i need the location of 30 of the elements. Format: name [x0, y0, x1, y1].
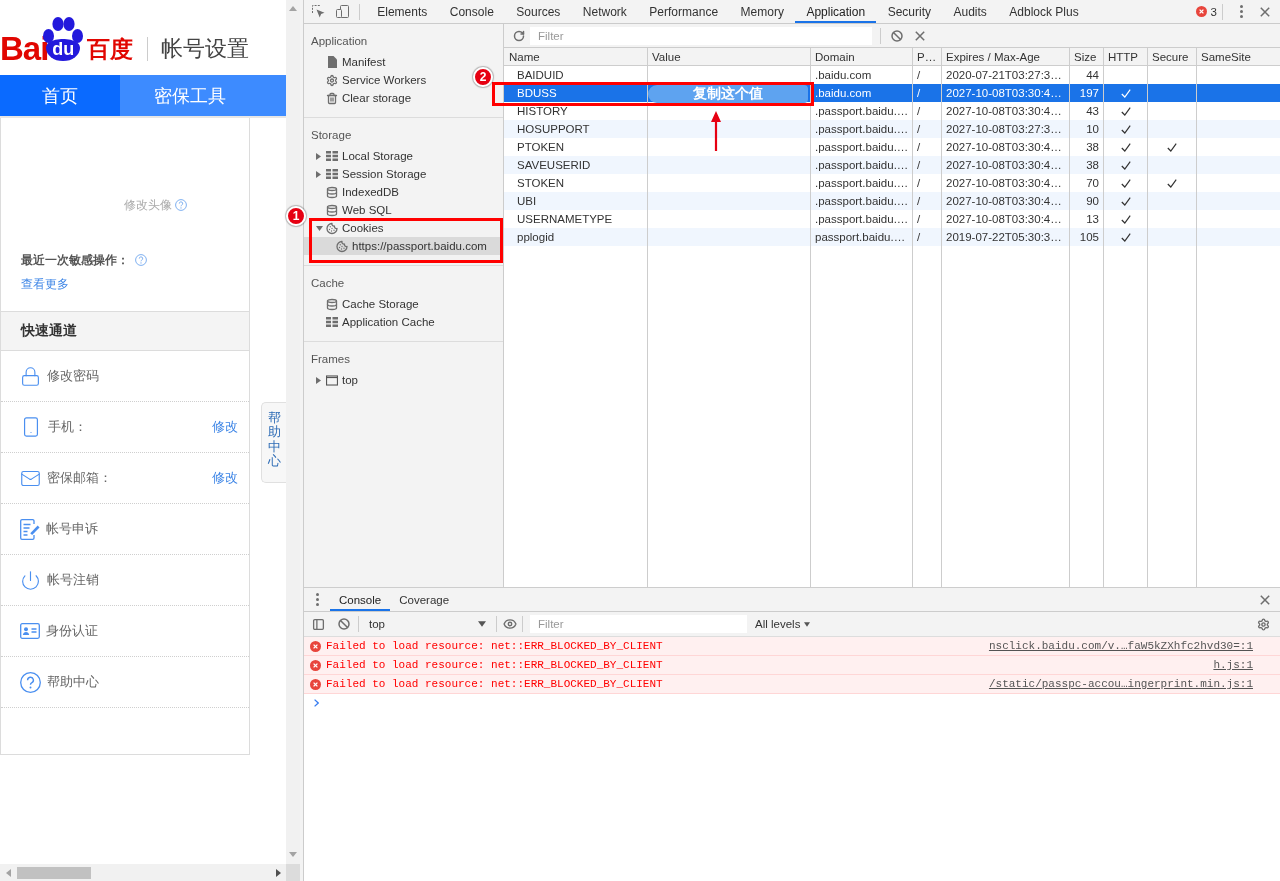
table-cell-text: UBI [516, 194, 538, 209]
copy-hint-label: 复制这个值 [648, 85, 808, 103]
recent-activity-label: 最近一次敏感操作： [21, 251, 129, 269]
table-cell: 2019-07-22T05:30:3… [941, 228, 1069, 246]
table-cell: passport.baidu.… [810, 228, 912, 246]
console-message: Failed to load resource: net::ERR_BLOCKED_BY_CLIENT [326, 678, 664, 690]
logo-text: 百度 [87, 34, 134, 63]
table-cell-text: pplogid [516, 230, 556, 245]
table-cell-text: HOSUPPORT [516, 122, 591, 137]
table-cell: 105 [1069, 228, 1103, 246]
section-header: Frames [310, 352, 350, 367]
console-message: Failed to load resource: net::ERR_BLOCKED_BY_CLIENT [326, 640, 664, 652]
section-header: 快速通道 [1, 311, 249, 351]
table-cell-text: BAIDUID [516, 68, 565, 83]
table-cell-text: STOKEN [516, 176, 566, 191]
table-cell-text: USERNAMETYPE [516, 212, 614, 227]
section-header: Storage [310, 128, 352, 143]
page-title: 帐号设置 [161, 34, 250, 63]
table-cell-text: SAVEUSERID [516, 158, 592, 173]
section-header: Cache [310, 276, 345, 291]
field-label: 手机： [48, 418, 87, 436]
console-message: Failed to load resource: net::ERR_BLOCKED_BY_CLIENT [326, 659, 664, 671]
table-cell-text: BDUSS [516, 86, 558, 101]
table-cell: / [912, 228, 941, 246]
field-label: 密保邮箱： [47, 469, 112, 487]
logo-text: Bai [0, 32, 49, 65]
table-cell-text: HISTORY [516, 104, 569, 119]
logo-paw-mark: du [46, 39, 81, 61]
section-header: Application [310, 34, 368, 49]
table-cell-text: PTOKEN [516, 140, 566, 155]
